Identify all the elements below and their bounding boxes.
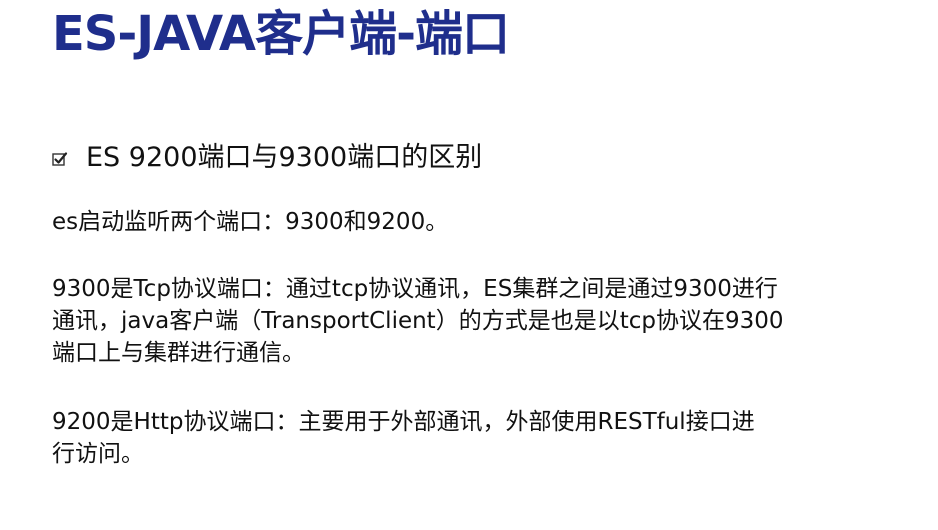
- paragraph-line: 行访问。: [52, 441, 144, 467]
- slide-title: ES-JAVA客户端-端口: [52, 6, 510, 62]
- paragraph-line: 9300是Tcp协议端口：通过tcp协议通讯，ES集群之间是通过9300进行: [52, 276, 778, 302]
- slide: ES-JAVA客户端-端口 ES 9200端口与9300端口的区别 es启动监听…: [0, 0, 938, 530]
- paragraph-line: 端口上与集群进行通信。: [52, 340, 305, 366]
- paragraph-line: es启动监听两个端口：9300和9200。: [52, 209, 449, 235]
- paragraph-9300: 9300是Tcp协议端口：通过tcp协议通讯，ES集群之间是通过9300进行 通…: [52, 273, 922, 369]
- paragraph-ports: es启动监听两个端口：9300和9200。: [52, 206, 922, 238]
- paragraph-line: 通讯，java客户端（TransportClient）的方式是也是以tcp协议在…: [52, 308, 784, 334]
- subtitle-row: ES 9200端口与9300端口的区别: [52, 140, 482, 176]
- paragraph-9200: 9200是Http协议端口：主要用于外部通讯，外部使用RESTful接口进 行访…: [52, 406, 922, 470]
- paragraph-line: 9200是Http协议端口：主要用于外部通讯，外部使用RESTful接口进: [52, 409, 755, 435]
- checkbox-icon: [52, 151, 68, 167]
- subtitle: ES 9200端口与9300端口的区别: [86, 142, 483, 173]
